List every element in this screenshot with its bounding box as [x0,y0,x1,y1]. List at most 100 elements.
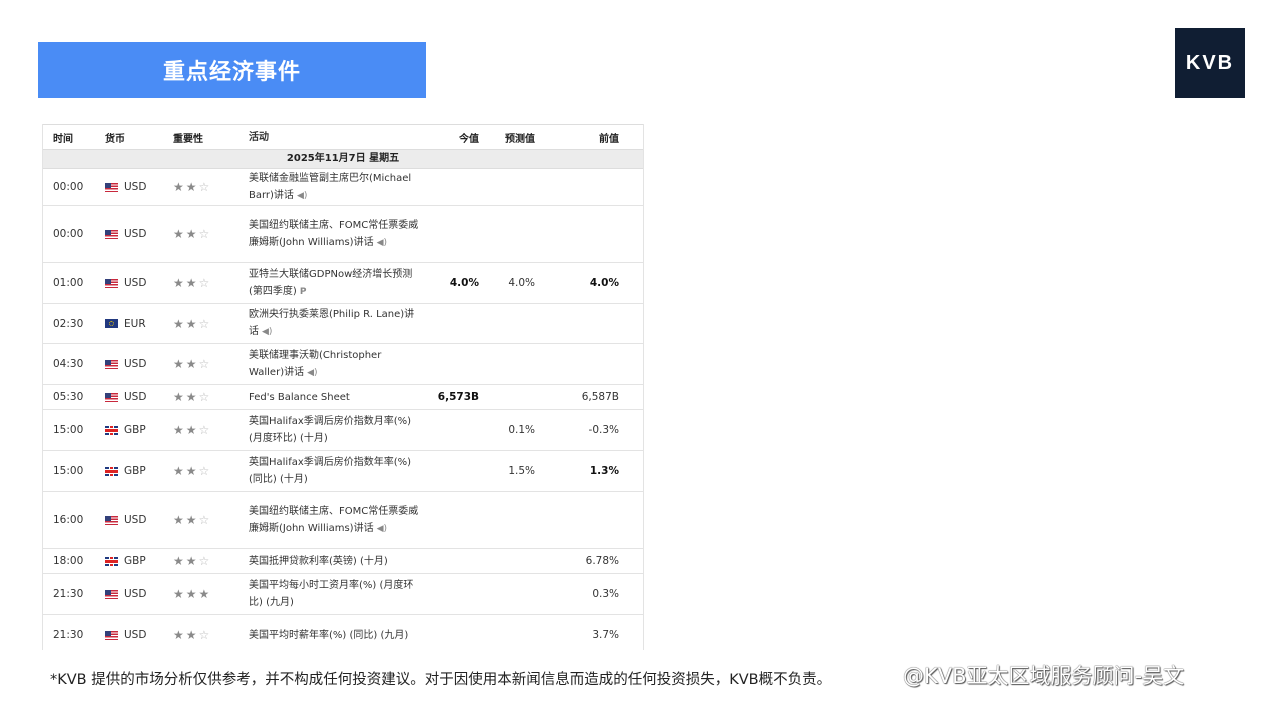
star-empty-icon: ☆ [198,464,212,478]
star-filled-icon: ★ [185,180,199,194]
event-name[interactable]: 英国Halifax季调后房价指数年率(%) (同比) (十月) [249,454,419,488]
currency-code: USD [124,277,147,289]
table-row[interactable]: 16:00 USD ★★☆ 美国纽约联储主席、FOMC常任票委威廉姆斯(John Wi… [43,492,643,549]
table-row[interactable]: 15:00 GBP ★★☆ 英国Halifax季调后房价指数年率(%) (同比) (十… [43,451,643,492]
star-filled-icon: ★ [185,390,199,404]
event-title: 美联储金融监管副主席巴尔(Michael Barr)讲话 [249,172,412,201]
star-filled-icon: ★ [185,513,199,527]
importance-stars: ★★☆ [165,513,249,527]
flag-us-icon [105,359,118,369]
importance-stars: ★★☆ [165,357,249,371]
event-currency: USD [105,391,165,403]
flag-us-icon [105,229,118,239]
star-filled-icon: ★ [185,554,199,568]
event-name[interactable]: 美联储金融监管副主席巴尔(Michael Barr)讲话 ◀) [249,170,419,205]
star-filled-icon: ★ [173,357,186,371]
event-time: 16:00 [53,514,84,526]
importance-stars: ★★☆ [165,423,249,437]
event-name[interactable]: 英国抵押贷款利率(英镑) (十月) [249,553,419,570]
flag-us-icon [105,630,118,640]
event-name[interactable]: 美国纽约联储主席、FOMC常任票委威廉姆斯(John Williams)讲话 ◀) [249,217,419,252]
event-title: 美国平均时薪年率(%) (同比) (九月) [249,629,409,641]
event-title: 英国抵押贷款利率(英镑) (十月) [249,555,388,567]
table-row[interactable]: 21:30 USD ★★☆ 美国平均时薪年率(%) (同比) (九月) 3.7% [43,615,643,650]
event-name[interactable]: 美国平均时薪年率(%) (同比) (九月) [249,627,419,644]
flag-gb-icon [105,425,118,435]
currency-code: EUR [124,317,146,330]
speaker-icon: ◀) [307,367,318,378]
disclaimer-text: *KVB 提供的市场分析仅供参考，并不构成任何投资建议。对于因使用本新闻信息而造… [50,672,832,688]
importance-stars: ★★☆ [165,180,249,194]
table-row[interactable]: 05:30 USD ★★☆ Fed's Balance Sheet 6,573B 6,58… [43,385,643,410]
event-currency: USD [105,277,165,289]
currency-code: USD [124,629,147,641]
speaker-icon: ◀) [262,327,273,337]
speaker-icon: ◀) [296,190,308,201]
event-currency: GBP [105,555,165,567]
event-name[interactable]: 美国平均每小时工资月率(%) (月度环比) (九月) [249,577,419,611]
col-previous: 前值 [599,133,619,145]
star-filled-icon: ★ [185,423,199,437]
importance-stars: ★★☆ [165,390,249,404]
col-importance: 重要性 [173,133,203,145]
event-name[interactable]: 美联储理事沃勒(Christopher Waller)讲话 ◀) [249,347,419,382]
event-previous: 0.3% [592,588,619,600]
star-empty-icon: ☆ [198,390,212,404]
star-empty-icon: ☆ [198,276,212,290]
event-actual: 4.0% [449,277,479,289]
event-name[interactable]: 欧洲央行执委莱恩(Philip R. Lane)讲话 ◀) [249,306,419,341]
event-forecast: 4.0% [508,277,535,289]
event-name[interactable]: 美国纽约联储主席、FOMC常任票委威廉姆斯(John Williams)讲话 ◀) [249,503,419,538]
event-currency: USD [105,588,165,600]
importance-stars: ★★☆ [165,628,249,642]
flag-us-icon [105,515,118,525]
flag-eu-icon [105,319,118,328]
table-row[interactable]: 02:30 EUR ★★☆ 欧洲央行执委莱恩(Philip R. Lane)讲话 ◀) [43,304,643,344]
date-header: 2025年11月7日 星期五 [43,149,643,169]
speaker-icon: ◀) [376,237,388,248]
kvb-logo: KVB [1175,28,1245,98]
event-time: 01:00 [53,277,84,289]
star-filled-icon: ★ [185,628,199,642]
table-row[interactable]: 00:00 USD ★★☆ 美国纽约联储主席、FOMC常任票委威廉姆斯(John Wi… [43,206,643,263]
event-name[interactable]: 英国Halifax季调后房价指数月率(%) (月度环比) (十月) [249,413,419,447]
star-filled-icon: ★ [173,513,186,527]
star-filled-icon: ★ [173,628,186,642]
star-empty-icon: ☆ [198,316,212,331]
table-row[interactable]: 15:00 GBP ★★☆ 英国Halifax季调后房价指数月率(%) (月度环比) … [43,410,643,451]
star-filled-icon: ★ [173,227,186,241]
event-currency: GBP [105,424,165,436]
star-empty-icon: ☆ [198,513,212,527]
event-title: 亚特兰大联储GDPNow经济增长预测 (第四季度) [249,268,413,297]
importance-stars: ★★★ [165,587,249,601]
table-row[interactable]: 00:00 USD ★★☆ 美联储金融监管副主席巴尔(Michael Barr)讲话 ◀… [43,169,643,206]
event-previous: 6,587B [581,391,619,403]
star-filled-icon: ★ [173,464,186,478]
flag-us-icon [105,278,118,288]
flag-gb-icon [105,556,118,566]
event-time: 02:30 [53,317,84,330]
col-actual: 今值 [459,133,479,145]
col-forecast: 预测值 [505,133,535,145]
event-name[interactable]: 亚特兰大联储GDPNow经济增长预测 (第四季度) P [249,266,419,301]
table-row[interactable]: 18:00 GBP ★★☆ 英国抵押贷款利率(英镑) (十月) 6.78% [43,549,643,574]
table-row[interactable]: 04:30 USD ★★☆ 美联储理事沃勒(Christopher Waller)讲话… [43,344,643,385]
event-previous: 1.3% [589,465,619,477]
event-actual: 6,573B [437,391,479,403]
event-currency: GBP [105,465,165,477]
event-currency: EUR [105,318,165,330]
event-time: 15:00 [53,465,84,477]
star-filled-icon: ★ [185,464,199,478]
table-row[interactable]: 21:30 USD ★★★ 美国平均每小时工资月率(%) (月度环比) (九月) 0.3… [43,574,643,615]
star-filled-icon: ★ [185,276,199,290]
event-name[interactable]: Fed's Balance Sheet [249,389,419,406]
table-row[interactable]: 01:00 USD ★★☆ 亚特兰大联储GDPNow经济增长预测 (第四季度) P 4.0… [43,263,643,304]
star-filled-icon: ★ [173,316,186,331]
currency-code: USD [124,358,147,370]
importance-stars: ★★☆ [165,464,249,478]
page-title-banner: 重点经济事件 [38,42,426,98]
col-time: 时间 [53,133,73,145]
star-empty-icon: ☆ [198,423,212,437]
importance-stars: ★★☆ [165,554,249,568]
star-empty-icon: ☆ [198,180,212,194]
